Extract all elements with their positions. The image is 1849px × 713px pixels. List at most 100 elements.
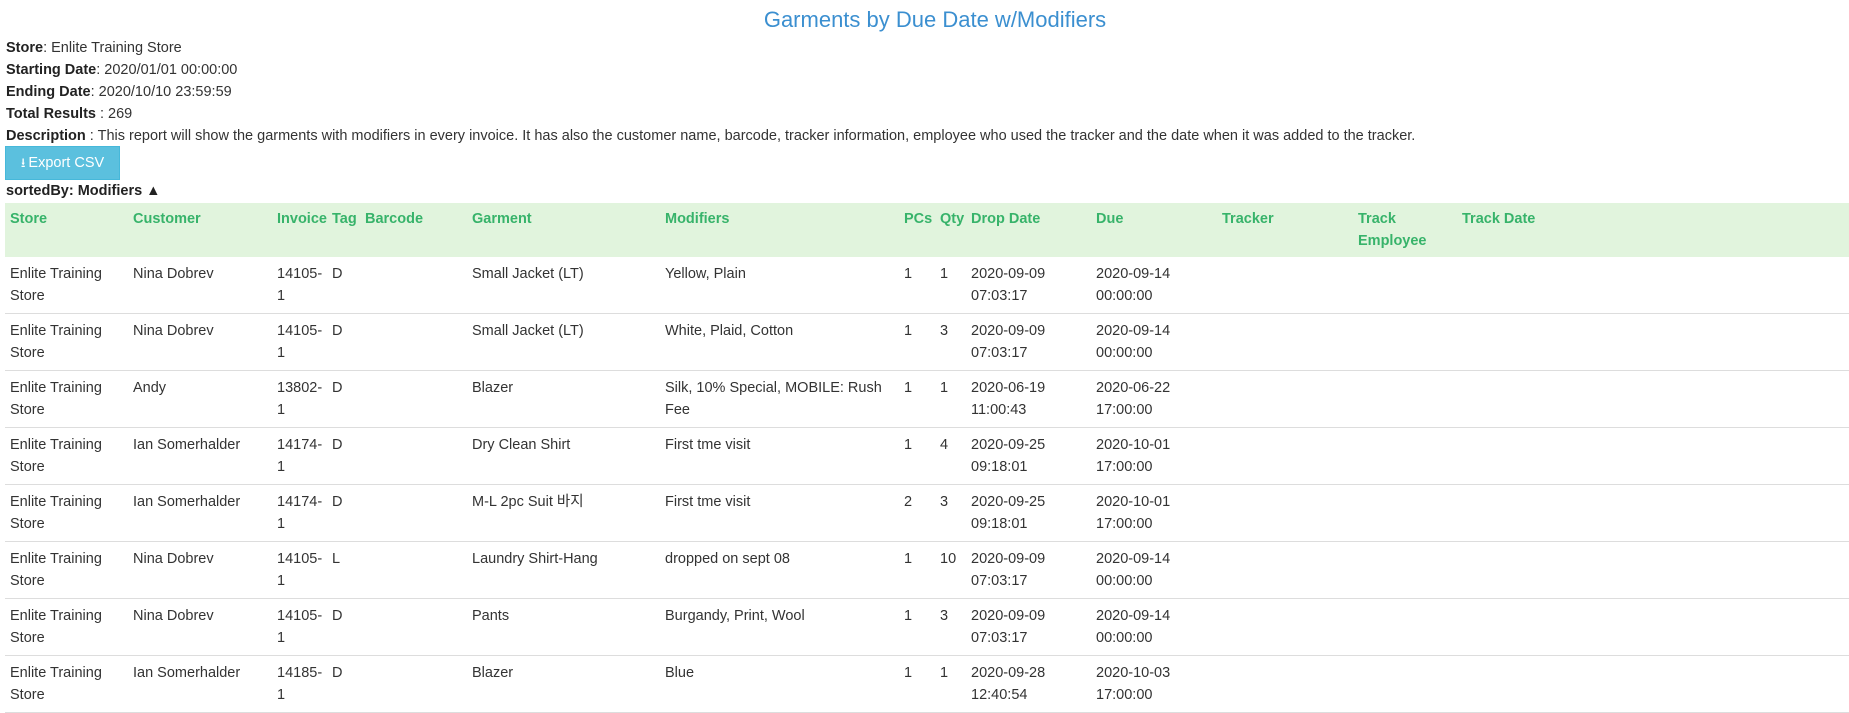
column-header-pcs[interactable]: PCs: [899, 203, 935, 257]
cell-tracker: [1217, 313, 1353, 371]
cell-due: 2020-10-03 17:00:00: [1091, 655, 1217, 713]
cell-modifiers: First tme visit: [660, 484, 899, 542]
cell-barcode: [360, 541, 467, 599]
cell-garment: Small Jacket (LT): [467, 257, 660, 314]
cell-modifiers: Yellow, Plain: [660, 257, 899, 314]
cell-invoice: 14185-1: [272, 655, 327, 713]
end-date-label: Ending Date: [6, 84, 91, 100]
cell-modifiers: White, Plaid, Cotton: [660, 313, 899, 371]
total-results-label: Total Results: [6, 106, 96, 122]
column-header-invoice[interactable]: Invoice: [272, 203, 327, 257]
table-row: Enlite Training Store Nina Dobrev 14105-1 D…: [5, 598, 1849, 656]
download-icon: ⭳: [20, 155, 26, 170]
column-header-barcode[interactable]: Barcode: [360, 203, 467, 257]
cell-due: 2020-09-14 00:00:00: [1091, 313, 1217, 371]
cell-modifiers: Silk, 10% Special, MOBILE: Rush Fee: [660, 370, 899, 428]
cell-invoice: 14105-1: [272, 313, 327, 371]
cell-drop-date: 2020-09-09 07:03:17: [966, 598, 1091, 656]
cell-pcs: 1: [899, 655, 935, 713]
cell-customer: Nina Dobrev: [128, 541, 272, 599]
cell-customer: Andy: [128, 370, 272, 428]
cell-store: Enlite Training Store: [5, 313, 128, 371]
cell-drop-date: 2020-09-09 07:03:17: [966, 541, 1091, 599]
cell-tag: D: [327, 427, 360, 485]
description-label: Description: [6, 128, 86, 144]
cell-due: 2020-09-14 00:00:00: [1091, 257, 1217, 314]
garments-table: Store Customer Invoice Tag Barcode Garment Mod…: [5, 203, 1849, 713]
cell-barcode: [360, 257, 467, 314]
cell-invoice: 14105-1: [272, 598, 327, 656]
column-header-qty[interactable]: Qty: [935, 203, 966, 257]
cell-garment: Blazer: [467, 370, 660, 428]
export-csv-button[interactable]: ⭳ Export CSV: [5, 146, 120, 180]
cell-invoice: 14105-1: [272, 541, 327, 599]
cell-garment: Dry Clean Shirt: [467, 427, 660, 485]
cell-pcs: 1: [899, 598, 935, 656]
cell-track-date: [1457, 484, 1849, 542]
cell-store: Enlite Training Store: [5, 655, 128, 713]
cell-qty: 3: [935, 484, 966, 542]
cell-tracker: [1217, 598, 1353, 656]
cell-track-date: [1457, 541, 1849, 599]
column-header-modifiers[interactable]: Modifiers: [660, 203, 899, 257]
cell-barcode: [360, 370, 467, 428]
table-row: Enlite Training Store Nina Dobrev 14105-1 D…: [5, 313, 1849, 371]
table-row: Enlite Training Store Ian Somerhalder 1417…: [5, 484, 1849, 542]
report-meta: Store: Enlite Training Store Starting Da…: [6, 37, 1415, 147]
cell-store: Enlite Training Store: [5, 541, 128, 599]
cell-pcs: 1: [899, 427, 935, 485]
cell-pcs: 1: [899, 313, 935, 371]
report-title: Garments by Due Date w/Modifiers: [763, 7, 1107, 32]
cell-qty: 3: [935, 313, 966, 371]
cell-qty: 1: [935, 655, 966, 713]
cell-qty: 4: [935, 427, 966, 485]
cell-track-date: [1457, 313, 1849, 371]
cell-customer: Nina Dobrev: [128, 257, 272, 314]
cell-tracker: [1217, 257, 1353, 314]
table-row: Enlite Training Store Nina Dobrev 14105-1 D…: [5, 257, 1849, 314]
cell-qty: 1: [935, 257, 966, 314]
cell-customer: Ian Somerhalder: [128, 427, 272, 485]
cell-garment: Blazer: [467, 655, 660, 713]
store-value: : Enlite Training Store: [43, 40, 182, 56]
cell-due: 2020-09-14 00:00:00: [1091, 541, 1217, 599]
total-results-row: Total Results : 269: [6, 103, 1415, 125]
store-label: Store: [6, 40, 44, 56]
cell-track-employee: [1353, 313, 1457, 371]
cell-due: 2020-10-01 17:00:00: [1091, 427, 1217, 485]
table-row: Enlite Training Store Nina Dobrev 14105-1 L…: [5, 541, 1849, 599]
column-header-due[interactable]: Due: [1091, 203, 1217, 257]
column-header-track-date[interactable]: Track Date: [1457, 203, 1849, 257]
cell-invoice: 14105-1: [272, 257, 327, 314]
column-header-drop-date[interactable]: Drop Date: [966, 203, 1091, 257]
cell-modifiers: Burgandy, Print, Wool: [660, 598, 899, 656]
cell-modifiers: dropped on sept 08: [660, 541, 899, 599]
cell-track-employee: [1353, 370, 1457, 428]
cell-invoice: 14174-1: [272, 484, 327, 542]
column-header-customer[interactable]: Customer: [128, 203, 272, 257]
column-header-tag[interactable]: Tag: [327, 203, 360, 257]
column-header-store[interactable]: Store: [5, 203, 128, 257]
cell-drop-date: 2020-09-09 07:03:17: [966, 313, 1091, 371]
cell-pcs: 1: [899, 370, 935, 428]
cell-tag: D: [327, 598, 360, 656]
cell-tracker: [1217, 655, 1353, 713]
cell-due: 2020-09-14 00:00:00: [1091, 598, 1217, 656]
cell-store: Enlite Training Store: [5, 257, 128, 314]
cell-track-employee: [1353, 655, 1457, 713]
cell-track-employee: [1353, 257, 1457, 314]
cell-tag: D: [327, 484, 360, 542]
cell-customer: Ian Somerhalder: [128, 484, 272, 542]
cell-barcode: [360, 655, 467, 713]
cell-track-date: [1457, 257, 1849, 314]
cell-barcode: [360, 484, 467, 542]
column-header-garment[interactable]: Garment: [467, 203, 660, 257]
cell-drop-date: 2020-09-25 09:18:01: [966, 484, 1091, 542]
cell-garment: Small Jacket (LT): [467, 313, 660, 371]
column-header-track-employee[interactable]: Track Employee: [1353, 203, 1457, 257]
cell-store: Enlite Training Store: [5, 484, 128, 542]
cell-qty: 3: [935, 598, 966, 656]
cell-barcode: [360, 427, 467, 485]
cell-store: Enlite Training Store: [5, 427, 128, 485]
column-header-tracker[interactable]: Tracker: [1217, 203, 1353, 257]
